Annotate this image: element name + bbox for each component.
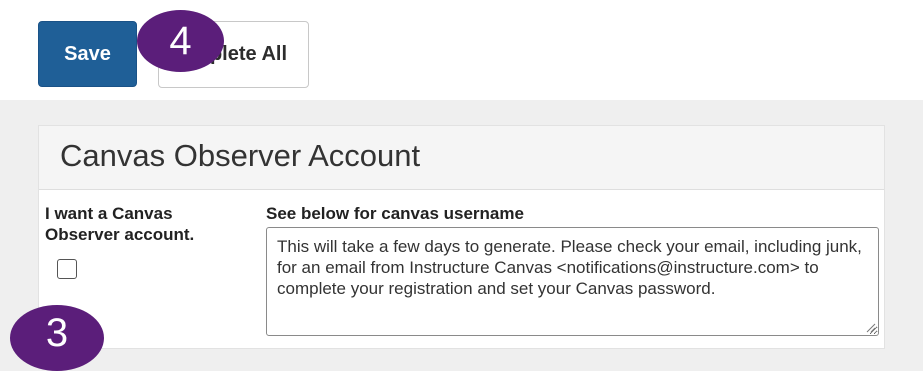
observer-account-panel: Canvas Observer Account I want a Canvas … bbox=[38, 125, 885, 349]
panel-header: Canvas Observer Account bbox=[39, 126, 884, 190]
toolbar: Save Complete All 4 bbox=[0, 0, 923, 100]
canvas-username-label: See below for canvas username bbox=[266, 204, 524, 223]
step-4-marker: 4 bbox=[137, 10, 224, 72]
panel-title: Canvas Observer Account bbox=[60, 138, 421, 173]
save-button[interactable]: Save bbox=[38, 21, 137, 87]
observer-account-checkbox[interactable] bbox=[57, 259, 77, 279]
canvas-username-textarea[interactable]: This will take a few days to generate. P… bbox=[266, 227, 879, 336]
resize-grip-icon[interactable] bbox=[865, 322, 876, 333]
step-3-marker: 3 bbox=[10, 305, 104, 371]
observer-account-label: I want a Canvas Observer account. bbox=[45, 204, 195, 244]
